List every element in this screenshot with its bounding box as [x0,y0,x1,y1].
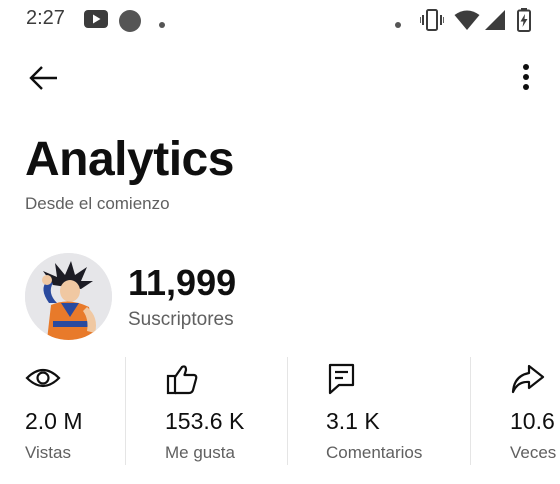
stat-comments-value: 3.1 K [326,408,380,434]
youtube-icon [84,10,108,33]
subscriber-label: Suscriptores [128,309,234,330]
stat-shares-label: Veces [510,443,557,462]
stat-likes-value: 153.6 K [165,408,245,434]
stat-comments-label: Comentarios [326,443,423,462]
channel-avatar[interactable] [25,253,112,340]
dot-icon [158,16,166,34]
stat-views[interactable]: 2.0 M Vistas [25,355,120,465]
wifi-icon [454,9,480,36]
analytics-screen: 2:27 Analytics Desde el comienzo 11,999 … [0,0,560,484]
stat-comments[interactable]: 3.1 K Comentarios [326,355,456,465]
stats-row: 2.0 M Vistas 153.6 K Me gusta 3.1 K Come… [0,355,560,465]
stat-divider [470,357,471,465]
status-time: 2:27 [26,7,65,29]
more-options-button[interactable] [508,58,544,100]
eye-icon [25,363,61,395]
stat-likes[interactable]: 153.6 K Me gusta [165,355,280,465]
stat-likes-label: Me gusta [165,443,235,462]
more-vert-icon [522,63,530,96]
battery-charging-icon [517,8,531,37]
stat-views-label: Vistas [25,443,71,462]
stat-shares[interactable]: 10.6 Veces [510,355,560,465]
signal-icon [484,9,506,36]
back-button[interactable] [22,60,64,100]
status-bar: 2:27 [0,0,560,40]
dot-icon [394,16,402,34]
stat-divider [125,357,126,465]
stat-divider [287,357,288,465]
arrow-back-icon [28,65,58,96]
vibrate-icon [419,9,445,36]
page-subtitle: Desde el comienzo [25,194,170,213]
thumbs-up-icon [165,363,201,395]
share-icon [510,363,546,395]
page-title: Analytics [25,133,234,186]
subscriber-count: 11,999 [128,262,237,303]
comment-icon [326,363,362,395]
stat-views-value: 2.0 M [25,408,83,434]
stat-shares-value: 10.6 [510,408,555,434]
notification-circle-icon [118,9,142,38]
